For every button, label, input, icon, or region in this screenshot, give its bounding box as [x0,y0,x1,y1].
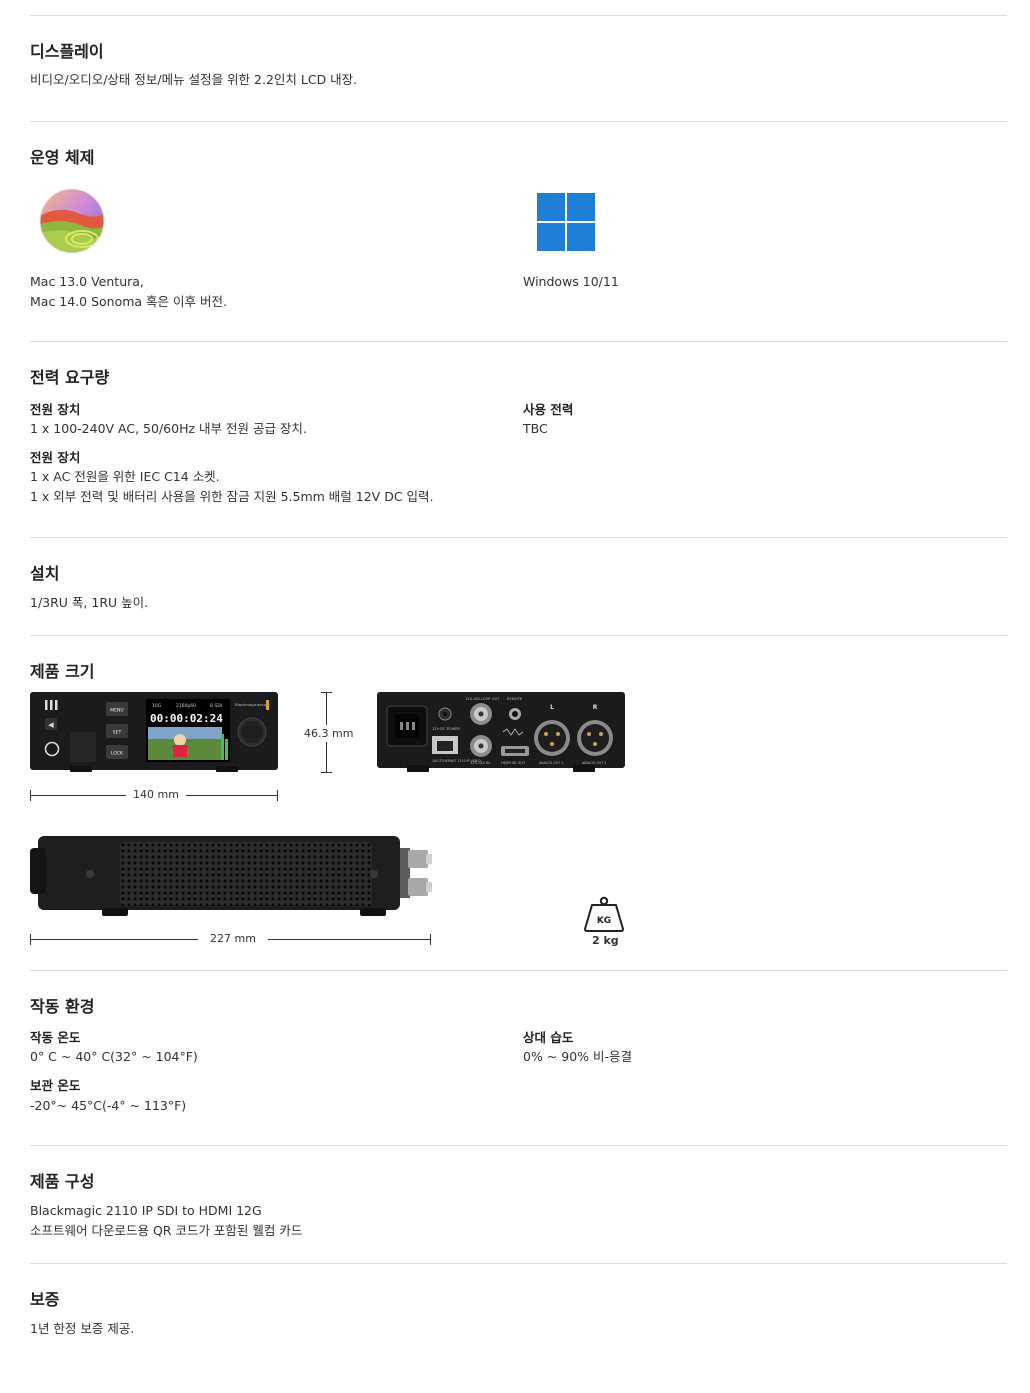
svg-text:ANALOG OUT 1: ANALOG OUT 1 [539,761,563,765]
windows-logo-icon [537,193,595,251]
os-mac-line2: Mac 14.0 Sonoma 혹은 이후 버전. [30,294,227,309]
width-dim-cap [277,790,278,801]
power-usage-text: TBC [523,421,548,436]
width-dim-label: 140 mm [126,788,186,801]
svg-text:10G: 10G [152,703,162,709]
humidity-text: 0% ~ 90% 비-응결 [523,1049,633,1064]
svg-text:12G-SDI IN: 12G-SDI IN [470,761,490,765]
weight-icon: KG [584,896,624,932]
svg-text:B SDI: B SDI [210,703,222,709]
warranty-text: 1년 한정 보증 제공. [30,1321,135,1336]
lock-button-label: LOCK [111,751,124,757]
svg-text:12G-SDI LOOP OUT: 12G-SDI LOOP OUT [465,697,500,701]
power-supply2-label: 전원 장치 [30,450,81,465]
divider [30,537,1007,538]
height-dim-label: 46.3 mm [304,725,354,742]
set-button-label: SET [113,730,122,736]
svg-text:ANALOG OUT 2: ANALOG OUT 2 [582,761,606,765]
op-temp-label: 작동 온도 [30,1030,81,1045]
install-text: 1/3RU 폭, 1RU 높이. [30,595,149,610]
contents-line2: 소프트웨어 다운로드용 QR 코드가 포함된 웰컴 카드 [30,1223,303,1238]
power-supply-label: 전원 장치 [30,402,81,417]
section-title-warranty: 보증 [30,1290,60,1309]
weight-label: 2 kg [592,934,619,947]
divider [30,15,1007,16]
svg-text:◀: ◀ [48,721,54,729]
op-temp-text: 0° C ~ 40° C(32° ~ 104°F) [30,1049,198,1064]
display-text: 비디오/오디오/상태 정보/메뉴 설정을 위한 2.2인치 LCD 내장. [30,72,358,87]
section-title-contents: 제품 구성 [30,1172,95,1191]
svg-text:12V DC POWER: 12V DC POWER [432,727,460,731]
weight-badge-text: KG [597,916,611,926]
depth-dim-label: 227 mm [198,932,268,945]
timecode-display: 00:00:02:24 [150,712,223,725]
storage-temp-text: -20°~ 45°C(-4° ~ 113°F) [30,1098,187,1113]
power-supply2-line2: 1 x 외부 전력 및 배터리 사용을 위한 잠금 지원 5.5mm 배럴 12… [30,489,434,504]
side-view-image [30,836,432,916]
divider [30,970,1007,971]
depth-dim-cap [30,934,31,945]
os-mac-line1: Mac 13.0 Ventura, [30,274,144,289]
os-windows-text: Windows 10/11 [523,274,619,289]
section-title-os: 운영 체제 [30,148,95,167]
height-dim-cap [321,772,332,773]
menu-button-label: MENU [110,708,123,714]
svg-text:HDMI 4K OUT: HDMI 4K OUT [501,761,526,765]
section-title-install: 설치 [30,564,60,583]
width-dim-cap [30,790,31,801]
section-title-dimensions: 제품 크기 [30,662,95,681]
front-panel-image: ◀ MENU SET LOCK 10G 2160p60 B SDI 00:00:… [30,692,278,772]
svg-text:R: R [593,704,598,711]
height-dim-cap [321,692,332,693]
divider [30,341,1007,342]
depth-dim-cap [430,934,431,945]
power-usage-label: 사용 전력 [523,402,574,417]
rear-panel-image: 12V DC POWER 10G ETHERNET 2110 IP VIDEO … [377,692,625,772]
section-title-environment: 작동 환경 [30,997,95,1016]
power-supply-text: 1 x 100-240V AC, 50/60Hz 내부 전원 공급 장치. [30,421,307,436]
power-supply2-line1: 1 x AC 전원을 위한 IEC C14 소켓. [30,469,220,484]
macos-sonoma-icon [39,188,105,254]
contents-line1: Blackmagic 2110 IP SDI to HDMI 12G [30,1203,262,1218]
svg-text:REMOTE: REMOTE [507,697,523,701]
divider [30,1263,1007,1264]
divider [30,635,1007,636]
section-title-power: 전력 요구량 [30,368,110,387]
divider [30,121,1007,122]
svg-text:Blackmagicdesign: Blackmagicdesign [235,702,270,707]
section-title-display: 디스플레이 [30,42,104,61]
svg-text:L: L [550,704,554,711]
svg-text:2160p60: 2160p60 [176,703,196,709]
divider [30,1145,1007,1146]
humidity-label: 상대 습도 [523,1030,574,1045]
storage-temp-label: 보관 온도 [30,1078,81,1093]
